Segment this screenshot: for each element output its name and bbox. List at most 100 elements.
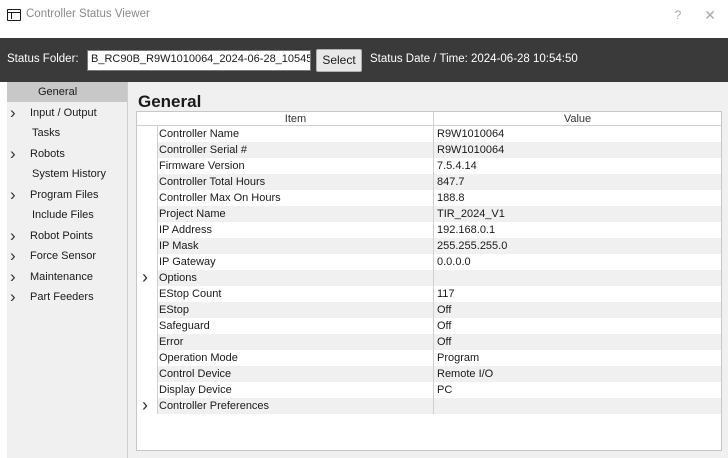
value-cell <box>434 270 721 286</box>
table-row[interactable]: Control Device Remote I/O <box>137 366 721 382</box>
table-row[interactable]: Display Device PC <box>137 382 721 398</box>
table-row[interactable]: Safeguard Off <box>137 318 721 334</box>
sidebar-item-force-sensor[interactable]: › Force Sensor <box>7 246 127 266</box>
table-row[interactable]: IP Mask 255.255.255.0 <box>137 238 721 254</box>
value-cell: R9W1010064 <box>434 142 721 158</box>
sidebar-item-robot-points[interactable]: › Robot Points <box>7 226 127 246</box>
table-row[interactable]: Operation Mode Program <box>137 350 721 366</box>
value-cell: 255.255.255.0 <box>434 238 721 254</box>
item-cell: Control Device <box>158 366 434 382</box>
row-expander-cell[interactable]: › <box>137 267 158 288</box>
sidebar-item-label: System History <box>32 168 106 180</box>
column-header-item[interactable]: Item <box>158 112 434 126</box>
sidebar-item-label: General <box>38 86 78 98</box>
value-cell: Remote I/O <box>434 366 721 382</box>
row-expander-cell <box>137 318 158 334</box>
app-icon <box>7 9 21 21</box>
row-expander-cell <box>137 190 158 206</box>
value-cell: Off <box>434 302 721 318</box>
row-expander-cell <box>137 222 158 238</box>
value-cell: TIR_2024_V1 <box>434 206 721 222</box>
value-cell: 188.8 <box>437 192 465 204</box>
table-row[interactable]: Project Name TIR_2024_V1 <box>137 206 721 222</box>
item-cell: Options <box>158 270 434 286</box>
table-row[interactable]: Controller Max On Hours 188.8 <box>137 190 721 206</box>
sidebar-item-maintenance[interactable]: › Maintenance <box>7 267 127 287</box>
sidebar-item-label: Part Feeders <box>30 291 94 303</box>
value-cell: Off <box>434 334 721 350</box>
value-cell: 117 <box>437 288 455 300</box>
sidebar-item-part-feeders[interactable]: › Part Feeders <box>7 287 127 307</box>
column-header-value[interactable]: Value <box>434 112 721 126</box>
value-cell: 847.7 <box>434 174 721 190</box>
sidebar-item-program-files[interactable]: › Program Files <box>7 185 127 205</box>
chevron-right-icon[interactable]: › <box>10 287 16 307</box>
select-button[interactable]: Select <box>316 49 362 72</box>
sidebar-item-robots[interactable]: › Robots <box>7 144 127 164</box>
row-expander-cell <box>137 334 158 350</box>
item-cell: Firmware Version <box>158 158 434 174</box>
sidebar-item-label: Program Files <box>30 188 99 201</box>
chevron-right-icon[interactable]: › <box>10 185 16 205</box>
value-cell <box>434 398 721 414</box>
properties-grid: Item Value Controller Name R9W1010064 Cont… <box>136 111 722 451</box>
sidebar-item-input-output[interactable]: › Input / Output <box>7 103 127 123</box>
help-button[interactable]: ? <box>668 5 688 25</box>
sidebar-item-tasks[interactable]: Tasks <box>7 123 127 143</box>
item-cell: Operation Mode <box>158 350 434 366</box>
status-folder-label: Status Folder: <box>7 53 79 65</box>
close-button[interactable]: ✕ <box>699 5 721 25</box>
table-row[interactable]: EStop Count 117 <box>137 286 721 302</box>
page-title: General <box>138 92 202 111</box>
item-cell: IP Mask <box>158 238 434 254</box>
chevron-right-icon[interactable]: › <box>142 395 148 416</box>
chevron-right-icon[interactable]: › <box>142 267 148 288</box>
item-cell: Controller Max On Hours <box>158 190 434 206</box>
table-row[interactable]: IP Gateway 0.0.0.0 <box>137 254 721 270</box>
value-cell: Program <box>437 352 480 364</box>
chevron-right-icon[interactable]: › <box>10 246 16 266</box>
row-expander-cell[interactable]: › <box>137 395 158 416</box>
table-row[interactable]: Controller Serial # R9W1010064 <box>137 142 721 158</box>
row-expander-cell <box>137 302 158 318</box>
item-cell: EStop Count <box>158 286 434 302</box>
table-row[interactable]: EStop Off <box>137 302 721 318</box>
item-cell: Controller Total Hours <box>158 174 434 190</box>
chevron-right-icon[interactable]: › <box>10 144 16 164</box>
table-row[interactable]: › Controller Preferences <box>137 395 721 416</box>
table-row[interactable]: Controller Total Hours 847.7 <box>137 174 721 190</box>
row-expander-cell <box>137 206 158 222</box>
window-title: Controller Status Viewer <box>26 8 150 20</box>
item-cell: Controller Serial # <box>158 142 434 158</box>
item-cell: Project Name <box>158 206 434 222</box>
value-cell: R9W1010064 <box>437 128 505 140</box>
row-expander-cell <box>137 238 158 254</box>
grid-header: Item Value <box>137 112 721 126</box>
sidebar-item-label: Robot Points <box>30 229 93 242</box>
row-expander-cell <box>137 126 158 142</box>
table-row[interactable]: Firmware Version 7.5.4.14 <box>137 158 721 174</box>
table-row[interactable]: Controller Name R9W1010064 <box>137 126 721 142</box>
row-expander-cell <box>137 142 158 158</box>
sidebar-item-general[interactable]: General <box>7 82 127 102</box>
item-cell: Error <box>158 334 434 350</box>
item-cell: IP Gateway <box>158 254 434 270</box>
item-cell: EStop <box>158 302 434 318</box>
chevron-right-icon[interactable]: › <box>10 226 16 246</box>
value-cell: 192.168.0.1 <box>437 224 496 236</box>
table-row[interactable]: › Options <box>137 267 721 288</box>
sidebar-item-system-history[interactable]: System History <box>7 164 127 184</box>
chevron-right-icon[interactable]: › <box>10 267 16 287</box>
row-expander-cell <box>137 286 158 302</box>
status-folder-input[interactable]: B_RC90B_R9W1010064_2024-06-28_105450 <box>87 50 311 71</box>
table-row[interactable]: IP Address 192.168.0.1 <box>137 222 721 238</box>
value-cell: PC <box>437 384 453 396</box>
value-cell: 0.0.0.0 <box>437 256 471 268</box>
sidebar-item-label: Maintenance <box>30 270 93 283</box>
chevron-right-icon[interactable]: › <box>10 103 16 123</box>
row-expander-cell <box>137 350 158 366</box>
sidebar-item-label: Include Files <box>32 209 94 221</box>
sidebar-item-include-files[interactable]: Include Files <box>7 205 127 225</box>
item-cell: IP Address <box>158 222 434 238</box>
table-row[interactable]: Error Off <box>137 334 721 350</box>
